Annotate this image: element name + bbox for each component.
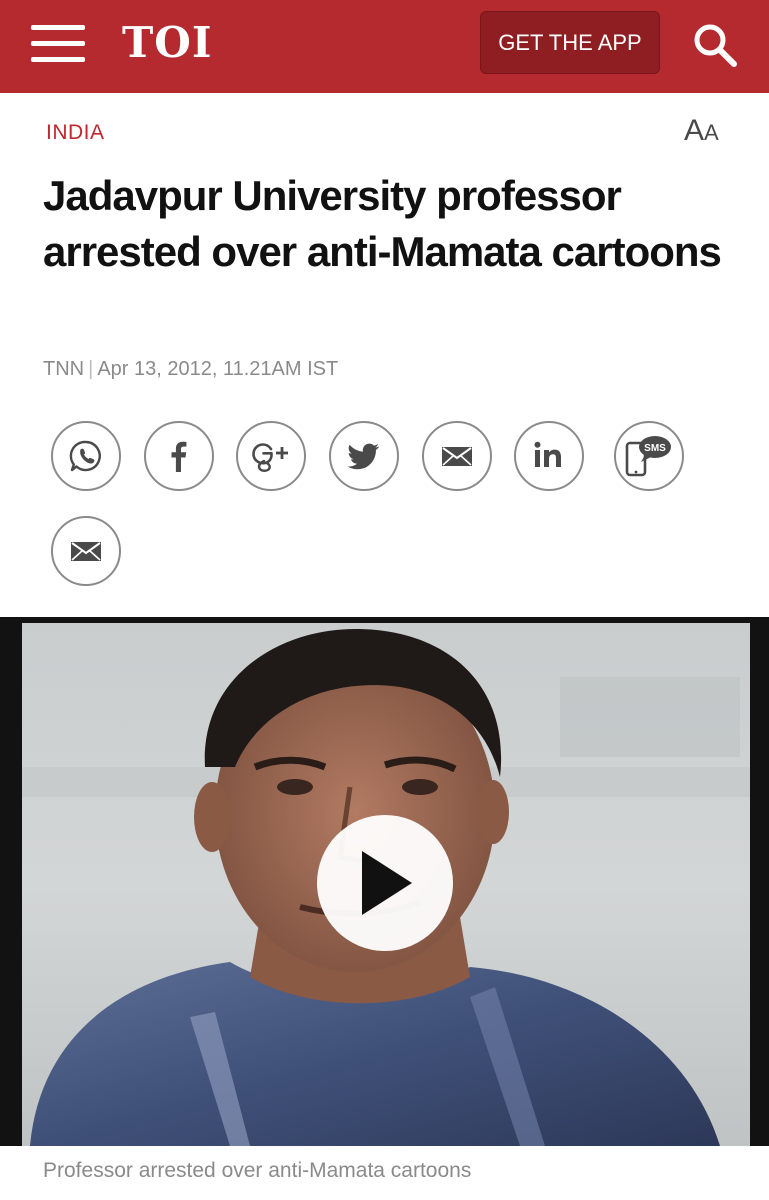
font-size-small-letter: A [704,120,719,145]
font-size-control[interactable]: AA [684,113,719,149]
email-share-button[interactable] [422,421,492,491]
email-icon [442,447,472,466]
search-icon[interactable] [690,20,740,70]
byline-date: Apr 13, 2012, 11.21AM IST [97,358,339,380]
get-the-app-button[interactable]: GET THE APP [480,11,660,74]
whatsapp-share-button[interactable] [51,421,121,491]
whatsapp-icon [69,440,101,472]
linkedin-icon [534,441,561,467]
play-icon [362,851,412,915]
article-headline: Jadavpur University professor arrested o… [43,172,722,275]
video-caption: Professor arrested over anti-Mamata cart… [43,1159,472,1182]
google-plus-share-button[interactable] [236,421,306,491]
site-logo[interactable]: TOI [122,18,213,68]
top-bar: TOI GET THE APP [0,0,769,93]
byline-source: TNN [43,358,85,380]
sms-share-button[interactable]: SMS [614,421,684,491]
byline: TNN | Apr 13, 2012, 11.21AM IST [43,354,338,384]
section-label[interactable]: INDIA [46,119,105,147]
twitter-icon [347,443,380,470]
font-size-large-letter: A [684,114,705,147]
menu-line [31,41,85,46]
email-share-button-alt[interactable] [51,516,121,586]
article-page: TOI GET THE APP INDIA AA Jadavpur Univer… [0,0,769,1200]
play-button[interactable] [317,815,453,951]
twitter-share-button[interactable] [329,421,399,491]
sms-icon: SMS [625,436,671,477]
sms-icon-label: SMS [644,443,666,454]
byline-separator: | [88,358,94,380]
menu-line [31,25,85,30]
google-plus-icon [252,443,288,472]
email-icon [71,542,101,561]
facebook-share-button[interactable] [144,421,214,491]
linkedin-share-button[interactable] [514,421,584,491]
hamburger-menu-icon[interactable] [31,25,85,63]
facebook-icon [171,441,187,472]
menu-line [31,57,85,62]
